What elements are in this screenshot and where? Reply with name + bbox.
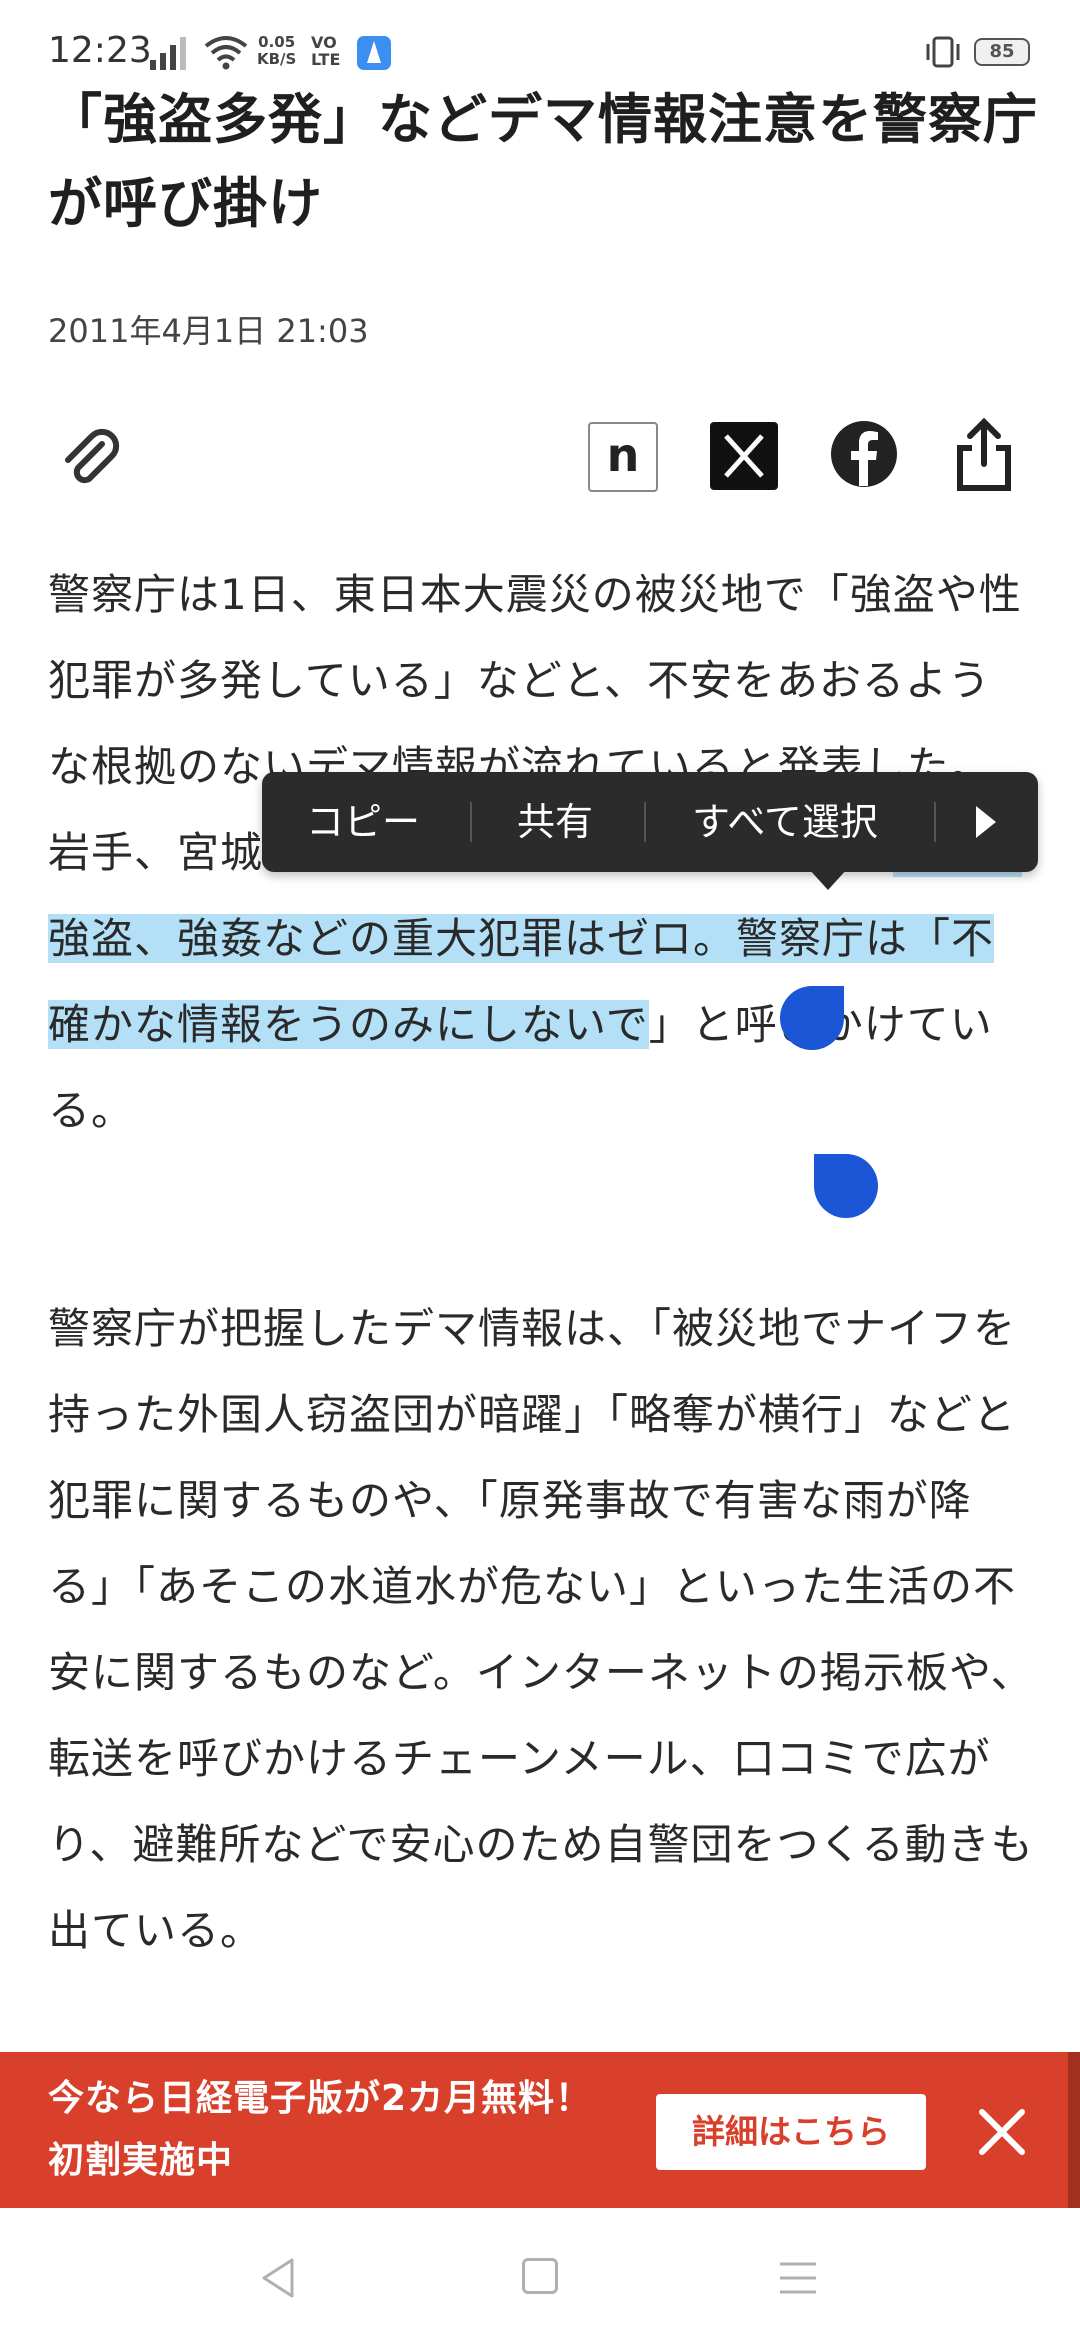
selection-end-handle[interactable] xyxy=(814,1154,878,1218)
status-time: 12:23 xyxy=(48,30,152,71)
more-options-arrow-icon[interactable] xyxy=(976,806,996,838)
wifi-icon xyxy=(204,36,248,70)
close-icon[interactable] xyxy=(966,2096,1038,2168)
note-icon[interactable]: n xyxy=(588,422,658,492)
menu-pointer xyxy=(808,868,848,890)
promo-edge xyxy=(1068,2052,1080,2208)
signal-icon xyxy=(150,37,186,70)
network-speed-value: 0.05 xyxy=(258,33,296,51)
copy-menu-item[interactable]: コピー xyxy=(306,772,420,872)
recents-menu-icon[interactable] xyxy=(778,2260,818,2296)
promo-details-button[interactable]: 詳細はこちら xyxy=(656,2094,926,2170)
paperclip-icon[interactable] xyxy=(56,424,128,496)
battery-icon: 85 xyxy=(974,38,1030,66)
facebook-icon[interactable] xyxy=(830,420,898,488)
vibrate-icon xyxy=(926,36,960,68)
selection-start-handle[interactable] xyxy=(780,986,844,1050)
volte-line-1: VO xyxy=(311,33,337,52)
app-notification-icon xyxy=(357,36,391,70)
selection-context-menu: コピー 共有 すべて選択 xyxy=(262,772,1038,890)
promo-text: 今なら日経電子版が2カ月無料！初割実施中 xyxy=(48,2078,593,2181)
menu-divider xyxy=(934,802,936,842)
article-date: 2011年4月1日 21:03 xyxy=(48,312,369,350)
network-speed-unit: KB/S xyxy=(257,50,297,68)
system-nav-bar xyxy=(0,2208,1080,2340)
network-speed: 0.05 KB/S xyxy=(257,34,296,68)
x-icon[interactable] xyxy=(710,422,778,490)
share-icon[interactable] xyxy=(952,416,1016,492)
volte-indicator: VO LTE xyxy=(311,34,340,68)
article-title: 「強盗多発」などデマ情報注意を警察庁が呼び掛け xyxy=(48,88,1038,235)
promo-banner: 今なら日経電子版が2カ月無料！初割実施中 詳細はこちら xyxy=(0,2052,1080,2208)
menu-divider xyxy=(470,802,472,842)
back-icon[interactable] xyxy=(258,2256,298,2300)
share-menu-item[interactable]: 共有 xyxy=(517,772,593,872)
menu-divider xyxy=(644,802,646,842)
volte-line-2: LTE xyxy=(311,50,341,69)
share-toolbar: n xyxy=(0,410,1080,510)
select-all-menu-item[interactable]: すべて選択 xyxy=(692,772,878,872)
home-icon[interactable] xyxy=(522,2258,558,2294)
article-paragraph-2[interactable]: 警察庁が把握したデマ情報は、「被災地でナイフを持った外国人窃盗団が暗躍」「略奪が… xyxy=(48,1286,1034,1974)
